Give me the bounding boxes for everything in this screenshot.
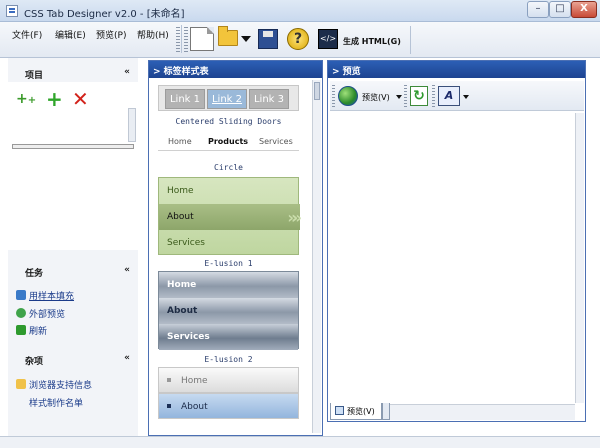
save-icon[interactable] — [258, 29, 278, 49]
info-icon — [16, 379, 26, 389]
tab-preview[interactable]: 预览(V) — [330, 403, 382, 420]
elusion2-title: E-lusion 2 — [204, 355, 253, 364]
toolbar-grip[interactable] — [404, 85, 407, 107]
circle-item-about[interactable]: About»» — [159, 204, 302, 230]
project-section-header[interactable]: 项目 « — [8, 62, 138, 82]
close-button[interactable]: X — [571, 1, 597, 18]
add-multiple-icon[interactable]: ++ — [16, 89, 36, 111]
preview-dropdown-icon[interactable] — [396, 95, 402, 99]
menu-bar: 文件(F) 编辑(E) 预览(P) 帮助(H) — [6, 25, 182, 53]
globe-icon[interactable] — [338, 86, 358, 106]
style-tab-link-2[interactable]: Link 2 — [207, 89, 247, 109]
chevron-right-icon: »» — [287, 208, 301, 227]
left-panel: 项目 « ++ + ✕ 任务 « 用样本填充 外部预览 刷新 杂项 « 浏览器支… — [8, 58, 138, 436]
globe-icon — [16, 308, 26, 318]
style-tab-link-1[interactable]: Link 1 — [165, 89, 205, 109]
sliding-doors-title: Centered Sliding Doors — [175, 117, 282, 126]
status-bar — [0, 436, 600, 448]
new-document-icon[interactable] — [190, 27, 214, 51]
generate-html-icon[interactable]: </> — [318, 29, 338, 49]
refresh-icon[interactable]: ↻ — [410, 86, 428, 106]
collapse-icon[interactable]: « — [124, 67, 130, 77]
project-tools: ++ + ✕ — [14, 86, 134, 112]
task-fill-sample[interactable]: 用样本填充 — [16, 289, 74, 302]
bullet-icon — [167, 404, 171, 408]
tasks-header-label: 任务 — [25, 269, 44, 279]
misc-section-header[interactable]: 杂项 « — [8, 348, 138, 368]
sliding-tab-products[interactable]: Products — [208, 137, 248, 146]
fill-sample-icon — [16, 290, 26, 300]
project-list[interactable] — [12, 144, 134, 149]
sliding-tab-home[interactable]: Home — [168, 137, 192, 146]
collapse-icon[interactable]: « — [124, 265, 130, 275]
title-bar: CSS Tab Designer v2.0 - [未命名] – □ X — [0, 0, 600, 22]
help-icon[interactable]: ? — [287, 28, 309, 50]
bullet-icon — [167, 378, 171, 382]
preview-tab-icon — [335, 406, 344, 415]
toolbar-separator — [410, 26, 411, 54]
elusion2-item-about[interactable]: About — [158, 393, 299, 419]
scrollbar-thumb[interactable] — [314, 82, 320, 100]
window-title: CSS Tab Designer v2.0 - [未命名] — [24, 9, 185, 20]
collapse-icon[interactable]: « — [124, 353, 130, 363]
preview-button[interactable]: 预览(V) — [362, 92, 390, 103]
style-tab-link-3[interactable]: Link 3 — [249, 89, 289, 109]
project-box: ++ + ✕ — [8, 82, 138, 250]
circle-item-home[interactable]: Home — [159, 178, 300, 204]
misc-style-credits[interactable]: 样式制作名单 — [29, 396, 83, 409]
toolbar-grip[interactable] — [176, 27, 180, 53]
maximize-button[interactable]: □ — [549, 1, 571, 18]
task-refresh[interactable]: 刷新 — [16, 324, 47, 337]
font-dropdown-icon[interactable] — [463, 95, 469, 99]
menu-preview[interactable]: 预览(P) — [96, 28, 126, 41]
style-elusion-1[interactable]: Home About Services — [158, 271, 299, 350]
delete-icon[interactable]: ✕ — [72, 89, 89, 109]
preview-header: > 预览 — [328, 61, 585, 78]
add-icon[interactable]: + — [46, 89, 63, 109]
circle-title: Circle — [214, 163, 243, 172]
app-icon — [6, 5, 18, 17]
style-sliding-doors[interactable]: Home Products Services — [158, 135, 299, 151]
elusion1-item-home[interactable]: Home — [159, 272, 298, 298]
misc-header-label: 杂项 — [25, 357, 44, 367]
tab-styles-scrollbar[interactable] — [312, 80, 321, 433]
sliding-tab-services[interactable]: Services — [259, 137, 293, 146]
style-elusion-2[interactable]: Home About — [158, 367, 299, 419]
style-circle[interactable]: Home About»» Services — [158, 177, 302, 256]
project-tools-scrollbar[interactable] — [128, 108, 136, 142]
generate-html-button[interactable]: 生成 HTML(G) — [343, 36, 401, 47]
task-external-preview[interactable]: 外部预览 — [16, 307, 65, 320]
tasks-section-header[interactable]: 任务 « — [8, 260, 138, 280]
misc-browser-support[interactable]: 浏览器支持信息 — [16, 378, 92, 391]
open-dropdown-icon[interactable] — [241, 36, 251, 42]
menu-file[interactable]: 文件(F) — [12, 28, 42, 41]
elusion1-item-about[interactable]: About — [159, 298, 298, 324]
toolbar-grip[interactable] — [432, 85, 435, 107]
toolbar: 文件(F) 编辑(E) 预览(P) 帮助(H) ? </> 生成 HTML(G) — [0, 22, 600, 58]
menu-edit[interactable]: 编辑(E) — [55, 28, 86, 41]
open-folder-icon[interactable] — [218, 26, 238, 46]
elusion1-item-services[interactable]: Services — [159, 324, 298, 350]
elusion2-item-home[interactable]: Home — [158, 367, 299, 393]
tab-styles-header: > 标签样式表 — [149, 61, 322, 78]
elusion1-title: E-lusion 1 — [204, 259, 253, 268]
toolbar-grip[interactable] — [332, 85, 335, 107]
preview-vertical-scrollbar[interactable] — [575, 113, 584, 403]
preview-toolbar: 预览(V) ↻ A — [330, 81, 584, 111]
refresh-icon — [16, 325, 26, 335]
font-icon[interactable]: A — [438, 86, 460, 106]
circle-item-services[interactable]: Services — [159, 230, 300, 256]
minimize-button[interactable]: – — [527, 1, 549, 18]
project-header-label: 项目 — [25, 71, 44, 81]
toolbar-grip[interactable] — [184, 27, 188, 53]
tab-styles-panel: > 标签样式表 Link 1 Link 2 Link 3 Centered Sl… — [148, 60, 323, 436]
preview-panel: > 预览 预览(V) ↻ A — [327, 60, 586, 422]
tab-source[interactable] — [382, 403, 390, 420]
style-link-tabs[interactable]: Link 1 Link 2 Link 3 — [158, 85, 299, 111]
menu-help[interactable]: 帮助(H) — [137, 28, 169, 41]
